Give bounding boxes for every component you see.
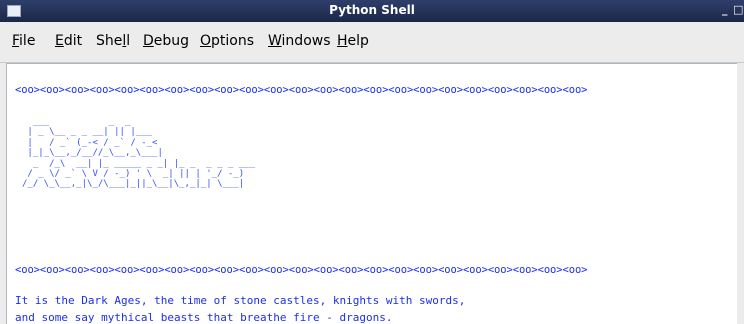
- banner-line: | / _` (_-< / _` / -_<: [22, 137, 158, 148]
- minimize-button[interactable]: _: [722, 3, 728, 16]
- ascii-title-banner: ___ _ _ | _ \__ _ _ __| || |___ | / _` (…: [22, 117, 255, 190]
- banner-line: |_|_\__,_/__//_\__,_\___|: [22, 148, 163, 159]
- intro-text-line: and some say mythical beasts that breath…: [15, 311, 393, 324]
- menu-windows[interactable]: Windows: [268, 33, 331, 49]
- menu-shell[interactable]: Shell: [96, 33, 130, 49]
- banner-line: | _ \__ _ _ __| || |___: [22, 127, 153, 138]
- separator-line-bottom: <oo><oo><oo><oo><oo><oo><oo><oo><oo><oo>…: [15, 264, 588, 276]
- mnemonic: W: [268, 33, 282, 49]
- banner-line: / _ \/ _` \ V / -_) ' \ _| || | '_/ -_): [22, 169, 245, 180]
- python-shell-window: Python Shell _ □ File Edit Shell Debug O…: [0, 0, 744, 324]
- mnemonic: D: [143, 33, 154, 49]
- menu-options[interactable]: Options: [200, 33, 254, 49]
- shell-output-area[interactable]: <oo><oo><oo><oo><oo><oo><oo><oo><oo><oo>…: [6, 63, 737, 324]
- intro-text-line: It is the Dark Ages, the time of stone c…: [15, 294, 466, 307]
- mnemonic: O: [200, 33, 212, 49]
- menu-file[interactable]: File: [12, 33, 35, 49]
- banner-line: ___ _ _: [22, 117, 131, 127]
- window-title: Python Shell: [329, 3, 415, 17]
- menu-bar: File Edit Shell Debug Options Windows He…: [0, 22, 744, 63]
- maximize-button[interactable]: □: [733, 3, 743, 16]
- menu-edit[interactable]: Edit: [55, 33, 82, 49]
- banner-line: /_/ \_\__,_|\_/\___|_||_\__|\_,_|_| \___…: [22, 179, 245, 190]
- menu-debug[interactable]: Debug: [143, 33, 189, 49]
- mnemonic: E: [55, 33, 64, 49]
- separator-line-top: <oo><oo><oo><oo><oo><oo><oo><oo><oo><oo>…: [15, 84, 588, 96]
- mnemonic: H: [337, 33, 348, 49]
- banner-line: _ /_\ __| |_ _____ _ _| |_ _ _ _ _ ___: [22, 158, 255, 169]
- menu-help[interactable]: Help: [337, 33, 369, 49]
- mnemonic: F: [12, 33, 20, 49]
- title-bar[interactable]: Python Shell _ □: [0, 0, 744, 22]
